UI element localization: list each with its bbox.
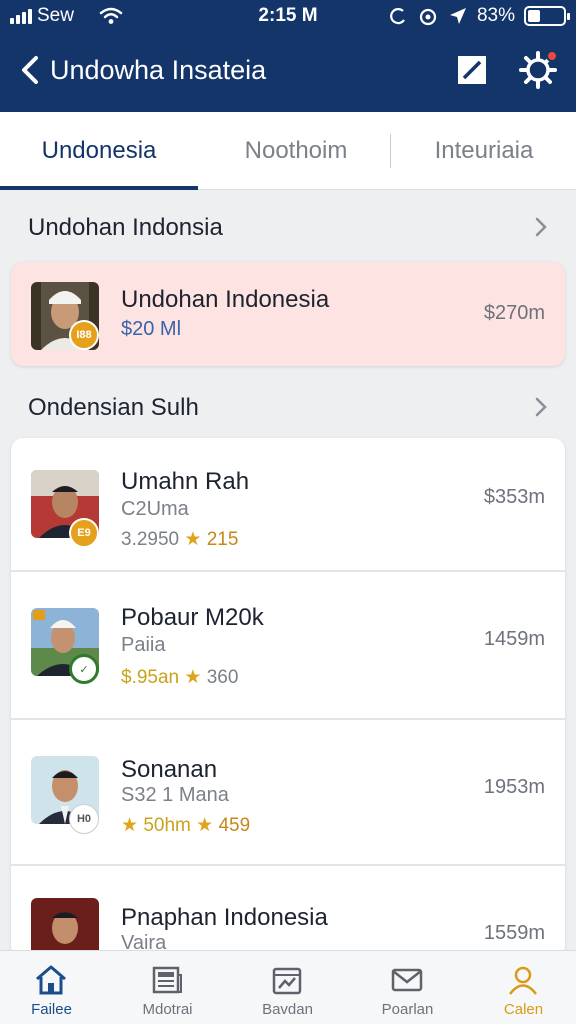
listing-subtitle: S32 1 Mana bbox=[121, 784, 229, 806]
nav-item-poarlan[interactable]: Poarlan bbox=[350, 951, 465, 1024]
back-button[interactable] bbox=[14, 52, 46, 88]
star-icon: ★ bbox=[121, 815, 139, 836]
nav-label: Poarlan bbox=[381, 1001, 434, 1018]
listing-name: Sonanan bbox=[121, 756, 218, 783]
tab-inteuriaia[interactable]: Inteuriaia bbox=[392, 112, 576, 190]
listing-rating: $.95an ★ 360 bbox=[121, 666, 238, 689]
listing-name: Undohan Indonesia bbox=[121, 286, 330, 313]
settings-button[interactable] bbox=[518, 50, 558, 90]
featured-listing[interactable]: I88 Undohan Indonesia $20 Ml $270m bbox=[11, 262, 565, 366]
listing-name: Pnaphan Indonesia bbox=[121, 904, 328, 931]
sync-icon bbox=[390, 8, 405, 25]
page-title: Undowha Insateia bbox=[50, 55, 267, 85]
star-icon: ★ bbox=[184, 529, 202, 550]
rating-score: 360 bbox=[206, 667, 239, 688]
divider bbox=[11, 864, 565, 866]
listing-rating: 3.2950 ★ 215 bbox=[121, 528, 238, 551]
listing-price: 1559m bbox=[483, 922, 545, 944]
listing-name: Umahn Rah bbox=[121, 468, 250, 495]
star-icon: ★ bbox=[184, 667, 202, 688]
rating-score: 459 bbox=[218, 815, 251, 836]
tab-noothoim[interactable]: Noothoim bbox=[198, 112, 394, 190]
listing-subtitle: C2Uma bbox=[121, 498, 189, 520]
verified-badge: I88 bbox=[69, 320, 99, 350]
listing-price: 1953m bbox=[483, 776, 545, 798]
divider bbox=[11, 570, 565, 572]
avatar bbox=[31, 898, 99, 958]
active-tab-indicator bbox=[0, 186, 198, 190]
profile-icon bbox=[509, 966, 537, 995]
listing-card: E9 Umahn Rah C2Uma 3.2950 ★ 215 $353m ✓ … bbox=[11, 438, 565, 958]
battery-icon bbox=[524, 6, 570, 26]
rating-prefix: 3.2950 bbox=[121, 529, 180, 550]
listing-amount: $20 Ml bbox=[121, 318, 182, 340]
rating-prefix: 50hm bbox=[143, 815, 191, 836]
section-title[interactable]: Undohan Indonsia bbox=[28, 214, 223, 242]
alarm-icon bbox=[419, 8, 437, 26]
listing-price: 1459m bbox=[483, 628, 545, 650]
tab-undonesia[interactable]: Undonesia bbox=[0, 112, 198, 190]
tab-divider bbox=[390, 134, 391, 168]
divider bbox=[11, 718, 565, 720]
chevron-right-icon[interactable] bbox=[532, 214, 550, 240]
listing-price: $353m bbox=[483, 486, 545, 508]
listing-rating: ★ 50hm ★ 459 bbox=[121, 814, 250, 837]
listing-name: Pobaur M20k bbox=[121, 604, 264, 631]
rating-prefix: $.95an bbox=[121, 667, 180, 688]
verified-badge: ✓ bbox=[69, 654, 99, 684]
nav-item-bavdan[interactable]: Bavdan bbox=[230, 951, 345, 1024]
mail-icon bbox=[391, 968, 423, 992]
notification-dot bbox=[546, 50, 558, 62]
nav-item-mdotrai[interactable]: Mdotrai bbox=[110, 951, 225, 1024]
status-bar: Sew 2:15 M 83% bbox=[0, 0, 576, 32]
nav-label: Bavdan bbox=[262, 1001, 313, 1018]
rating-score: 215 bbox=[206, 529, 239, 550]
verified-badge: E9 bbox=[69, 518, 99, 548]
tab-bar: Undonesia Noothoim Inteuriaia bbox=[0, 112, 576, 190]
status-right: 83% bbox=[388, 5, 570, 27]
chart-icon bbox=[272, 967, 302, 995]
chevron-right-icon[interactable] bbox=[532, 394, 550, 420]
verified-badge: H0 bbox=[69, 804, 99, 834]
news-icon bbox=[152, 966, 182, 994]
nav-item-calen[interactable]: Calen bbox=[466, 951, 576, 1024]
home-icon bbox=[36, 965, 66, 995]
bottom-navigation: Failee Mdotrai Bavdan Poarlan Calen bbox=[0, 950, 576, 1024]
star-icon: ★ bbox=[196, 815, 214, 836]
section-title[interactable]: Ondensian Sulh bbox=[28, 394, 199, 422]
edit-button[interactable] bbox=[456, 54, 488, 86]
nav-label: Mdotrai bbox=[142, 1001, 193, 1018]
nav-item-failee[interactable]: Failee bbox=[0, 951, 109, 1024]
battery-percent: 83% bbox=[476, 5, 515, 26]
app-header: Sew 2:15 M 83% Undowha Insateia bbox=[0, 0, 576, 112]
location-icon bbox=[449, 8, 466, 24]
listing-subtitle: Paiia bbox=[121, 634, 166, 656]
nav-label: Calen bbox=[503, 1001, 544, 1018]
listing-price: $270m bbox=[483, 302, 545, 324]
nav-label: Failee bbox=[31, 1001, 72, 1018]
